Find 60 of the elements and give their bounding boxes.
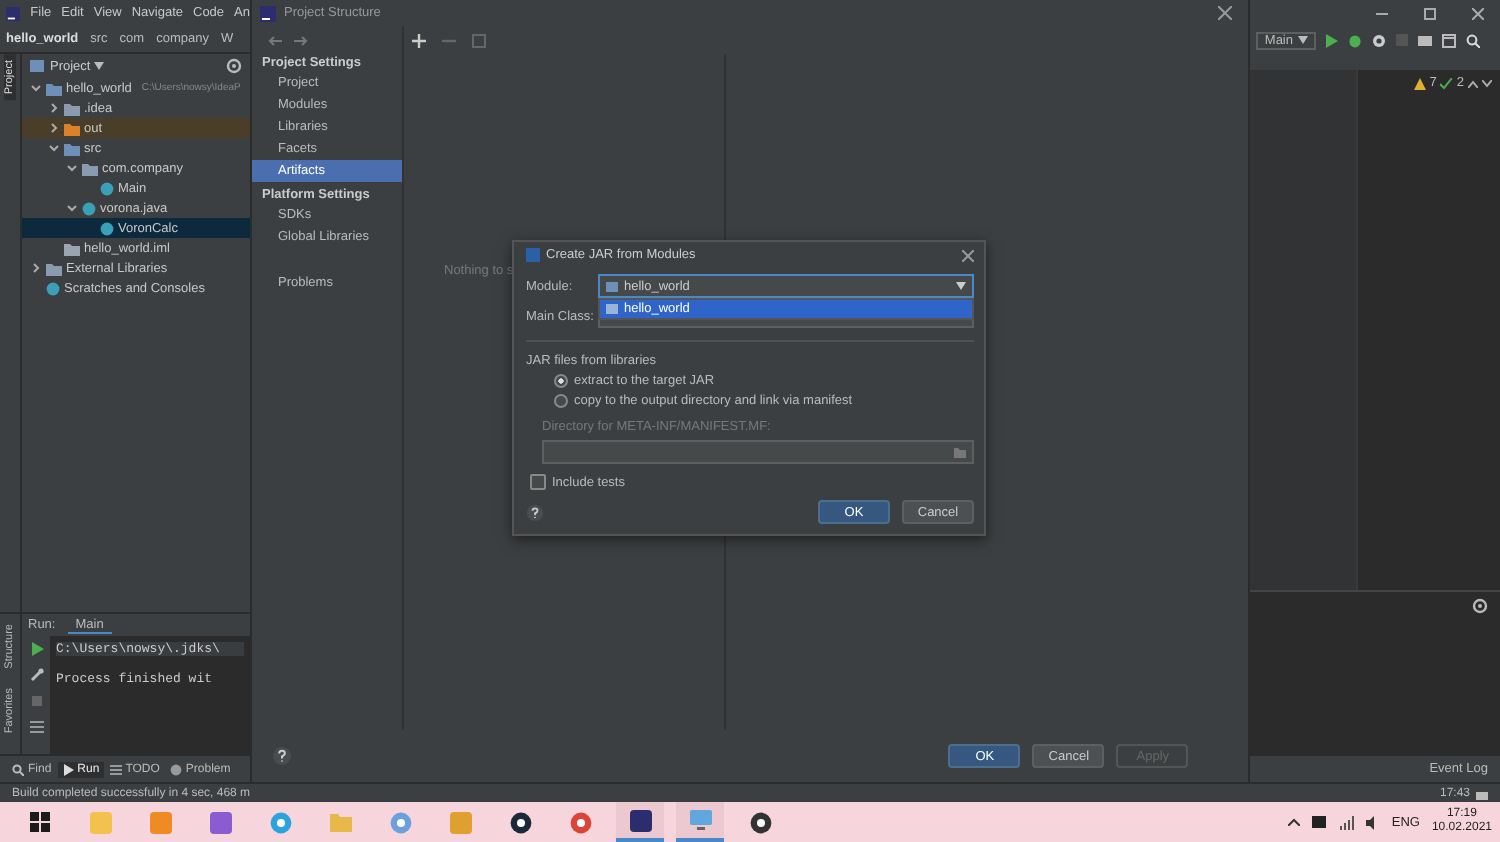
check-icon[interactable]	[1440, 77, 1453, 89]
wrench-icon[interactable]	[29, 668, 43, 682]
lines-icon[interactable]	[29, 720, 43, 734]
network-icon[interactable]	[1339, 815, 1354, 829]
add-icon[interactable]	[412, 33, 426, 47]
circle-app-icon[interactable]	[509, 811, 531, 833]
back-icon[interactable]	[268, 33, 282, 47]
play-icon	[61, 763, 74, 775]
minimize-icon[interactable]	[1376, 7, 1388, 19]
caret-icon	[94, 62, 105, 70]
settings-icon[interactable]	[226, 58, 242, 74]
speaker-icon[interactable]	[1365, 815, 1380, 829]
caret-icon	[1297, 36, 1307, 44]
chevron-up-icon[interactable]	[1287, 818, 1300, 826]
maximize-icon[interactable]	[1424, 7, 1436, 19]
caret-icon	[956, 282, 966, 290]
search-icon	[12, 763, 24, 775]
chevron-down-icon[interactable]	[30, 82, 42, 94]
chevron-down-icon[interactable]	[1482, 79, 1492, 87]
windows-logo-icon[interactable]	[30, 812, 50, 832]
chevron-down-icon[interactable]	[66, 162, 78, 174]
circle-icon	[100, 181, 114, 195]
checkbox[interactable]	[530, 474, 546, 490]
chevron-right-icon[interactable]	[48, 102, 60, 114]
ide-logo-icon	[6, 5, 21, 21]
settings-icon[interactable]	[1472, 598, 1488, 614]
chevron-right-icon[interactable]	[48, 122, 60, 134]
circle-icon	[100, 221, 114, 235]
search-icon[interactable]	[1465, 33, 1479, 47]
ide-logo-icon	[526, 248, 540, 262]
play-icon[interactable]	[1325, 33, 1337, 47]
help-icon[interactable]	[526, 503, 544, 521]
directory-field[interactable]	[542, 440, 974, 464]
square-app-icon[interactable]	[629, 809, 651, 831]
warning-icon[interactable]	[1413, 77, 1426, 89]
radio-button[interactable]	[554, 394, 568, 408]
coverage-icon[interactable]	[1371, 33, 1385, 47]
close-icon[interactable]	[962, 249, 974, 261]
help-icon[interactable]	[272, 746, 292, 766]
close-icon[interactable]	[1218, 6, 1233, 20]
radio-button[interactable]	[554, 374, 568, 388]
forward-icon[interactable]	[294, 33, 308, 47]
taskbar-button[interactable]	[616, 802, 664, 842]
chevron-right-icon[interactable]	[30, 262, 42, 274]
play-icon[interactable]	[29, 642, 43, 656]
chevron-down-icon[interactable]	[48, 142, 60, 154]
circle-app-icon[interactable]	[749, 811, 771, 833]
folder-icon	[606, 281, 618, 291]
circle-icon	[82, 201, 96, 215]
chevron-up-icon[interactable]	[1468, 79, 1478, 87]
window-icon[interactable]	[1441, 33, 1455, 47]
circle-icon	[46, 281, 60, 295]
chevron-down-icon[interactable]	[66, 202, 78, 214]
ide-logo-icon	[260, 5, 276, 21]
info-icon	[169, 763, 182, 775]
list-icon	[109, 763, 122, 775]
folder-icon	[606, 304, 618, 314]
close-icon[interactable]	[1472, 7, 1484, 19]
square-app-icon[interactable]	[209, 811, 231, 833]
monitor-icon[interactable]	[689, 810, 711, 830]
